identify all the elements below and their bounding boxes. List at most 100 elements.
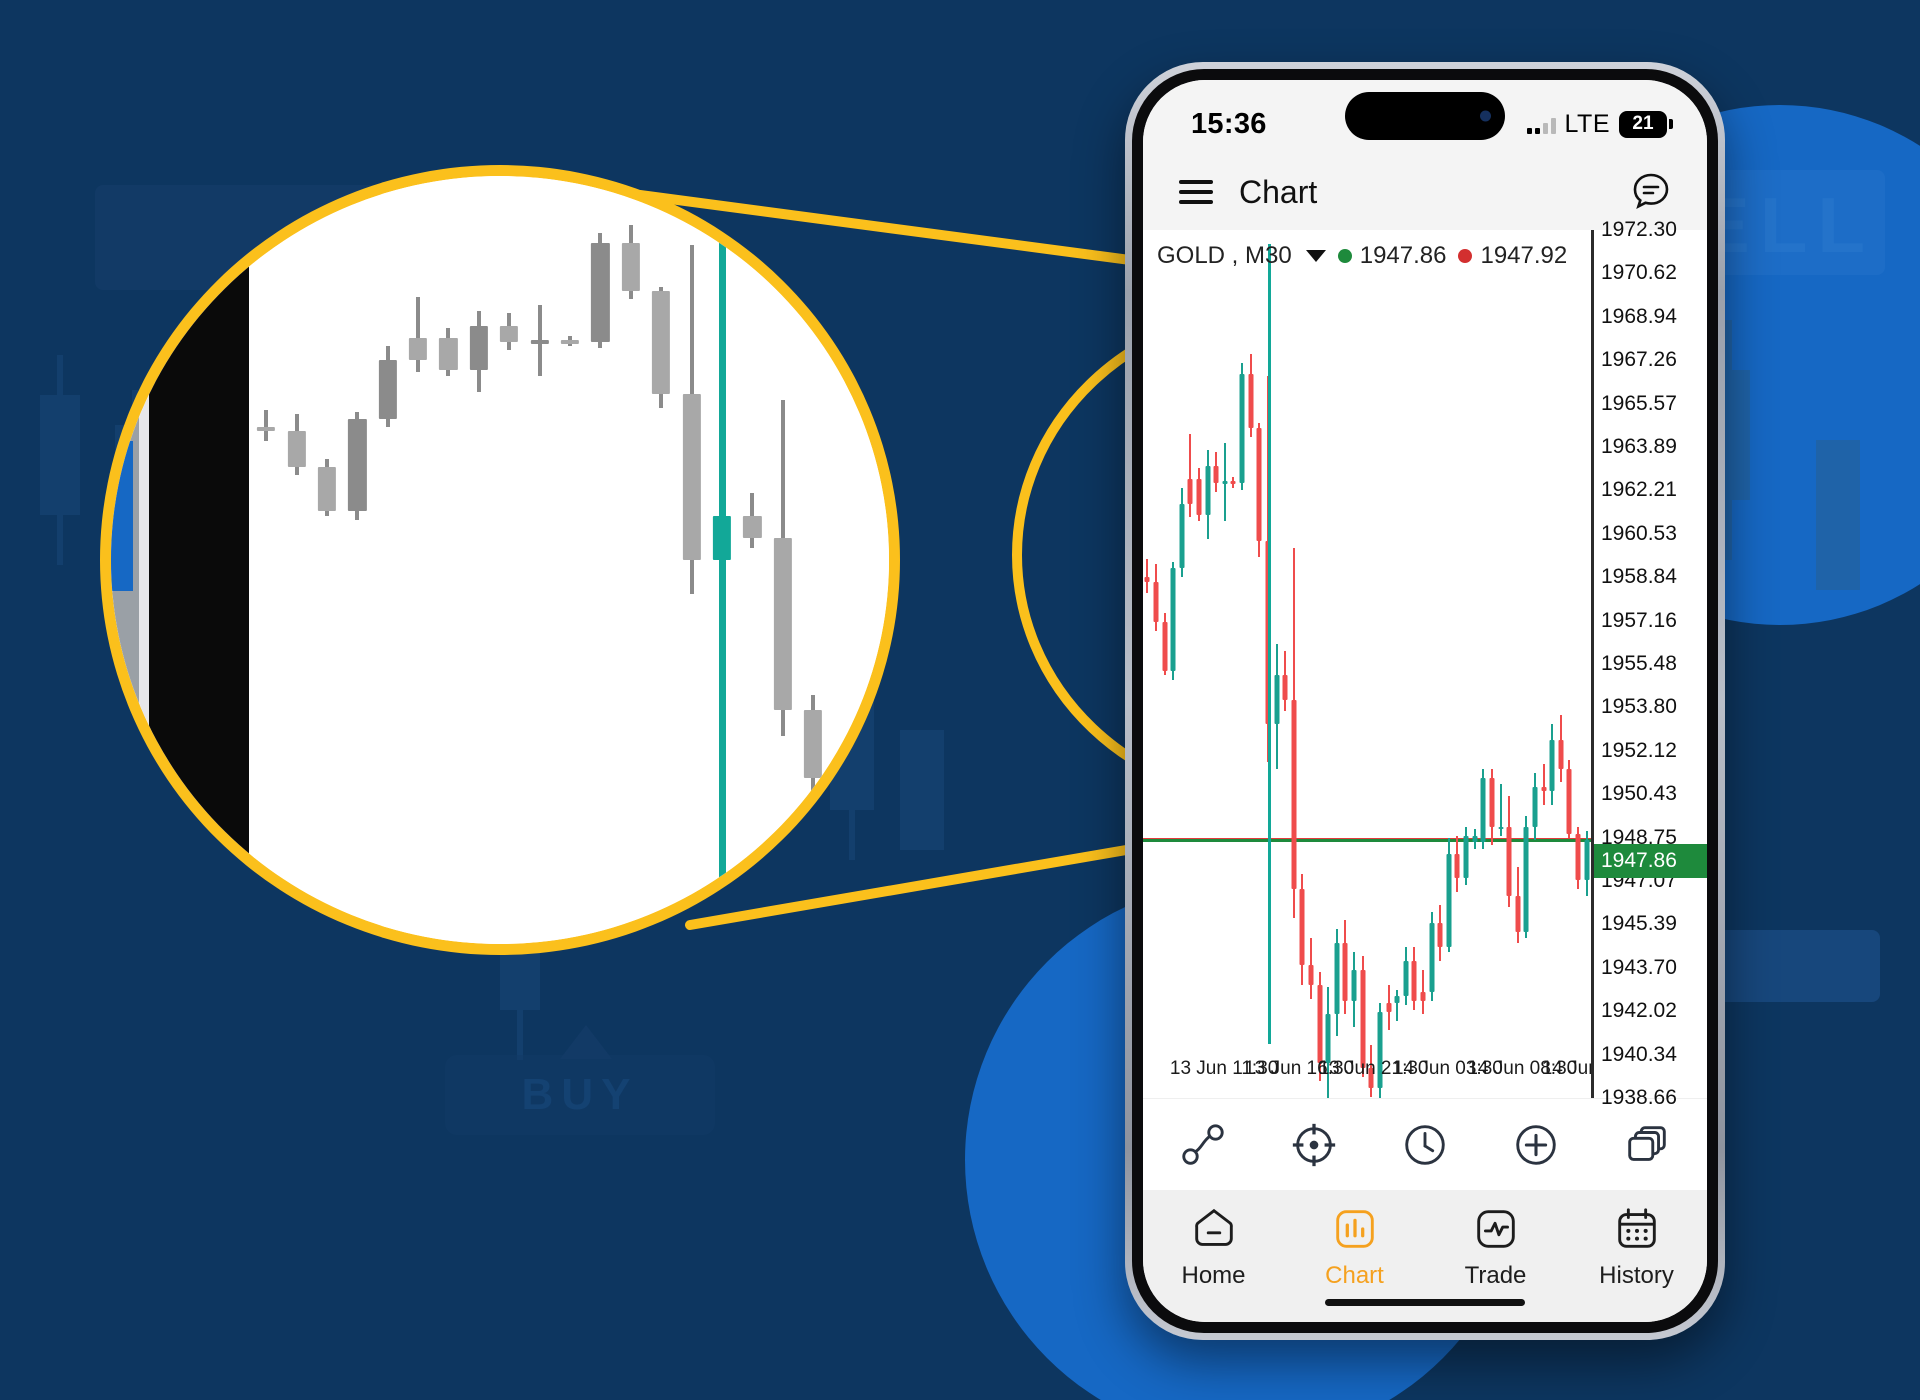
crosshair-icon[interactable] [1288,1119,1340,1171]
battery-level-label: 21 [1632,113,1654,134]
watermark-candle-1-wick [57,355,63,565]
candlestick [1255,294,1264,1044]
price-tick: 1942.02 [1601,999,1677,1023]
bid-dot-icon [1337,249,1352,263]
candlestick [1436,294,1445,1044]
candlestick [1393,294,1402,1044]
candle-body [1558,739,1564,769]
candlestick [1324,294,1333,1098]
candlestick [1427,294,1436,1044]
candlestick [1238,294,1247,1044]
page-title: Chart [1239,173,1318,210]
candle-body [1334,942,1340,1015]
magnifier-content [111,176,889,944]
price-tick: 1970.62 [1601,261,1677,285]
magnified-candle-body [560,339,580,344]
candlestick-plot[interactable] [1143,244,1591,1098]
candle-body [1187,479,1193,504]
magnified-candle-body [591,242,610,342]
time-axis: 13 Jun 11:30 13 Jun 16:30 13 Jun 21:30 14 J… [1143,1058,1591,1092]
candle-body [1256,427,1262,542]
candle-body [1230,481,1236,484]
candle-body [1153,581,1159,622]
chart-canvas[interactable]: GOLD , M30 1947.86 1947.92 13 Jun 11:30 1… [1143,230,1591,1098]
candlestick [1203,294,1212,1044]
candle-body [1170,568,1176,671]
magnified-candlestick [494,176,524,944]
chevron-down-icon[interactable] [1305,250,1326,262]
price-tick: 1938.66 [1601,1086,1677,1109]
chart-bars-icon [1335,1210,1374,1248]
price-tick: 1943.70 [1601,955,1677,979]
price-tick: 1967.26 [1601,348,1677,372]
nav-label-history: History [1599,1262,1674,1289]
magnified-candle-body [864,796,883,868]
magnified-candle-body [652,291,671,395]
nav-item-trade[interactable]: Trade [1431,1204,1561,1290]
candlestick [1272,294,1281,1044]
candle-body [1394,996,1400,1003]
magnified-candlestick [859,176,889,944]
candle-body [1463,835,1469,879]
chart-toolbar[interactable] [1143,1098,1707,1190]
nav-item-chart[interactable]: Chart [1290,1204,1420,1290]
nav-item-history[interactable]: History [1572,1204,1702,1290]
symbol-label[interactable]: GOLD , M30 [1157,242,1292,270]
bid-price: 1947.86 [1359,242,1447,269]
candlestick [1281,294,1290,1044]
candle-body [1317,985,1323,1064]
clock-icon[interactable] [1399,1119,1451,1171]
candle-body [1429,922,1435,992]
windows-icon[interactable] [1621,1119,1673,1171]
magnified-candlestick [646,176,676,944]
current-price-value: 1947.86 [1601,848,1677,872]
battery-icon: 21 [1619,110,1667,138]
candle-body [1480,777,1486,843]
chat-bubble-icon[interactable] [1629,170,1673,214]
candlestick [1350,294,1359,1044]
candle-body [1489,777,1495,827]
candle-body [1411,960,1417,1001]
candle-wick [1146,559,1149,593]
candle-body [1532,786,1538,827]
magnified-candle-body [834,778,853,797]
candle-body [1248,374,1254,428]
magnified-candle-body [500,325,519,342]
dynamic-island [1345,92,1505,140]
candle-body [1506,826,1512,896]
chart-area[interactable]: GOLD , M30 1947.86 1947.92 13 Jun 11:30 1… [1143,218,1707,1109]
crosshair-vertical-line [1267,244,1271,1044]
magnified-candle-wick [416,297,421,373]
magnified-candlestick [798,176,828,944]
candlestick [1410,294,1419,1044]
candle-body [1360,969,1366,1068]
candlestick [1401,294,1410,1044]
candlestick [1522,294,1531,1044]
candle-body [1213,465,1219,484]
candle-body [1454,853,1460,879]
candlestick [1462,294,1471,1044]
magnified-candle-body [287,430,306,468]
candle-body [1342,942,1348,1001]
add-indicator-icon[interactable] [1510,1119,1562,1171]
candlestick [1358,294,1367,1077]
watermark-buy-pointer [560,1025,612,1059]
candlestick [1574,294,1583,1044]
magnified-candlestick [767,176,797,944]
price-axis[interactable]: 1972.30 1970.62 1968.94 1967.26 1965.57 1963.… [1591,218,1707,1109]
watermark-candle-8-wick [1725,320,1732,560]
candle-body [1196,479,1202,515]
candlestick [1152,294,1161,1044]
hamburger-menu-icon[interactable] [1179,180,1213,204]
candlestick [1212,294,1221,1044]
magnified-candle-body [773,537,792,710]
objects-icon[interactable] [1177,1119,1229,1171]
candle-body [1351,969,1357,1001]
nav-item-home[interactable]: Home [1149,1204,1279,1290]
candle-wick [1542,764,1545,805]
magnified-candle-body [408,337,428,360]
magnified-candle-body [682,394,701,560]
price-tick: 1950.43 [1601,782,1677,806]
candlestick [1246,294,1255,1044]
magnified-crosshair-line [718,176,726,944]
